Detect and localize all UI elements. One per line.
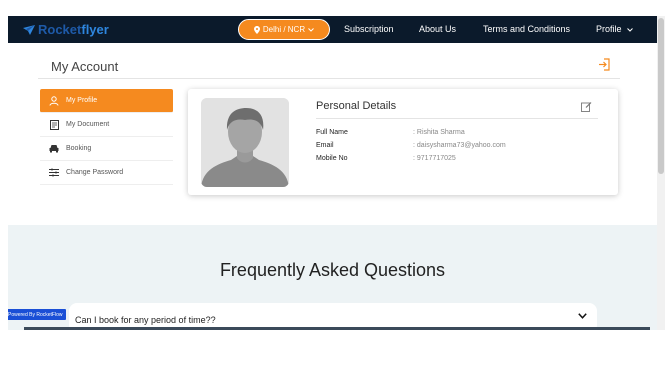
powered-by-badge[interactable]: Powered By RocketFlow — [8, 309, 67, 320]
edit-icon[interactable] — [581, 101, 592, 112]
chevron-down-icon — [627, 28, 633, 32]
chevron-down-icon — [308, 27, 314, 32]
title-divider — [38, 78, 620, 79]
bottom-strip — [24, 327, 650, 330]
details-title: Personal Details — [316, 100, 397, 112]
user-icon — [49, 95, 59, 106]
nav-profile-menu[interactable]: Profile — [596, 24, 633, 34]
chevron-down-icon[interactable] — [578, 313, 587, 319]
details-divider — [316, 118, 598, 119]
logout-icon[interactable] — [598, 58, 611, 71]
full-name-value: : Rishita Sharma — [413, 129, 465, 136]
menu-item-label: Change Password — [66, 169, 124, 176]
document-icon — [49, 119, 59, 130]
mobile-value: : 9717717025 — [413, 155, 456, 162]
faq-question: Can I book for any period of time?? — [75, 315, 216, 325]
email-label: Email — [316, 142, 334, 149]
nav-subscription-link[interactable]: Subscription — [344, 24, 394, 34]
menu-item-booking[interactable]: Booking — [40, 137, 173, 161]
avatar-placeholder — [201, 98, 289, 187]
scrollbar-thumb[interactable] — [658, 18, 664, 174]
menu-item-label: My Document — [66, 121, 110, 128]
menu-item-my-document[interactable]: My Document — [40, 113, 173, 137]
menu-item-my-profile[interactable]: My Profile — [40, 89, 173, 113]
password-icon — [49, 168, 59, 178]
menu-item-label: Booking — [66, 145, 92, 152]
brand-name-part1: Rocket — [38, 22, 82, 37]
city-selector[interactable]: Delhi / NCR — [238, 19, 330, 40]
personal-details-card: Personal Details Full Name : Rishita Sha… — [188, 89, 618, 195]
brand-name-part2: flyer — [81, 22, 109, 37]
menu-item-change-password[interactable]: Change Password — [40, 161, 173, 185]
faq-item[interactable]: Can I book for any period of time?? — [69, 303, 597, 330]
full-name-label: Full Name — [316, 129, 348, 136]
nav-about-us-link[interactable]: About Us — [419, 24, 456, 34]
scrollbar[interactable] — [657, 16, 665, 330]
email-value: : daisysharma73@yahoo.com — [413, 142, 506, 149]
account-side-menu: My Profile My Document Booking Change Pa… — [40, 89, 173, 185]
nav-terms-link[interactable]: Terms and Conditions — [483, 24, 570, 34]
menu-item-label: My Profile — [66, 97, 98, 104]
page-title: My Account — [51, 59, 119, 74]
top-navigation: Rocket flyer Delhi / NCR Subscription Abo… — [8, 16, 657, 43]
city-label: Delhi / NCR — [262, 25, 306, 34]
faq-title: Frequently Asked Questions — [219, 260, 446, 280]
car-icon — [49, 144, 59, 154]
powered-by-label: Powered By RocketFlow — [8, 311, 63, 318]
mobile-label: Mobile No — [316, 155, 348, 162]
faq-section: Frequently Asked Questions Can I book fo… — [8, 225, 657, 330]
browser-viewport: Rocket flyer Delhi / NCR Subscription Abo… — [8, 16, 665, 330]
nav-profile-label: Profile — [596, 24, 622, 34]
rocket-logo-icon — [23, 24, 35, 35]
location-pin-icon — [253, 25, 260, 34]
brand-logo[interactable]: Rocket flyer — [22, 22, 109, 37]
